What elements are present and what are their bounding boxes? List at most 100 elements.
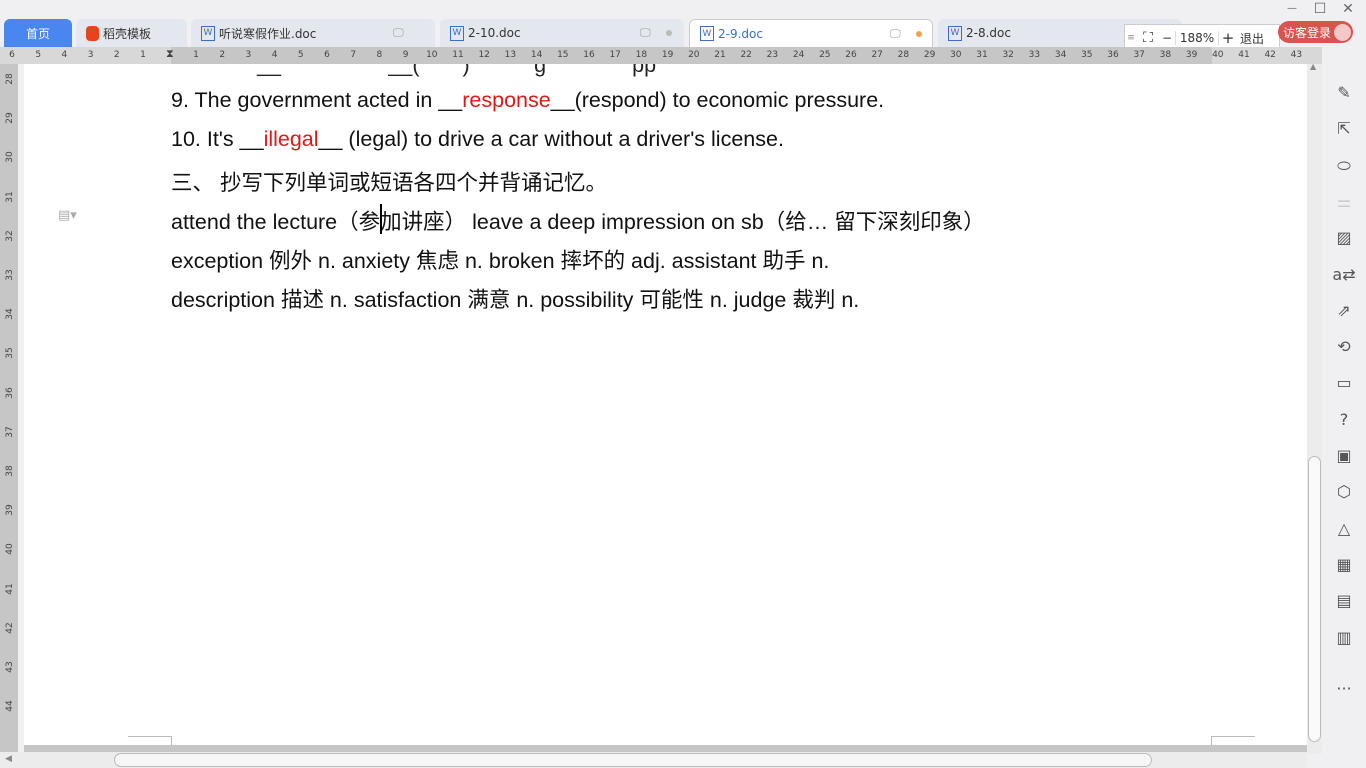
login-button[interactable]: 访客登录 [1278, 21, 1353, 43]
ruler-number: 16 [583, 50, 595, 60]
text-cursor [380, 204, 382, 234]
apps-icon[interactable]: ▤ [1332, 589, 1356, 613]
table-icon[interactable]: ▦ [1332, 553, 1356, 577]
monitor-icon: 🖵 [393, 26, 404, 39]
picture-icon[interactable]: ▣ [1332, 444, 1356, 468]
ruler-number: 7 [350, 50, 357, 60]
ruler-number: 43 [1290, 50, 1303, 60]
ruler-number: 39 [1185, 50, 1198, 60]
layers-icon[interactable]: △ [1332, 517, 1356, 541]
unsaved-dot-icon [666, 30, 672, 36]
ruler-number: 33 [1028, 50, 1041, 60]
pen-icon[interactable]: ✎ [1332, 81, 1356, 105]
vertical-scrollbar[interactable]: ▲ [1307, 62, 1322, 754]
ruler-number: 3 [87, 50, 94, 60]
monitor-icon: 🖵 [890, 26, 901, 40]
ruler-number: 44 [5, 700, 15, 712]
cursor-icon[interactable]: ⇱ [1332, 117, 1356, 141]
tab-home[interactable]: 首页 [4, 19, 72, 47]
ruler-number: 18 [635, 50, 648, 60]
archive-icon[interactable]: ▭ [1332, 371, 1356, 395]
text: __(respond) to economic pressure. [550, 88, 885, 112]
ruler-number: 42 [1264, 50, 1276, 60]
scrollbar-thumb[interactable] [114, 753, 1152, 767]
tab-label: 听说寒假作业.doc [219, 26, 317, 41]
ruler-number: 34 [1054, 50, 1067, 60]
ruler-number: 38 [1159, 50, 1172, 60]
ruler-number: 36 [5, 386, 15, 399]
zoom-out-button[interactable]: − [1159, 31, 1175, 45]
vocab-line-1: exception 例外 n. anxiety 焦虑 n. broken 摔坏的… [171, 249, 830, 273]
answer-text: illegal [263, 127, 319, 151]
tab-label: 首页 [25, 26, 50, 41]
history-icon[interactable]: ⟲ [1332, 335, 1356, 359]
help-icon[interactable]: ? [1332, 408, 1356, 432]
ruler-number: 20 [688, 50, 700, 60]
text: 10. It's __ [171, 127, 264, 151]
ruler-number: 32 [5, 230, 15, 242]
ruler-number: 35 [1081, 50, 1093, 60]
fullscreen-icon[interactable]: ⛶ [1137, 30, 1159, 46]
translate-icon[interactable]: a⇄ [1332, 263, 1356, 287]
text: 9. The government acted in __ [171, 88, 463, 112]
ruler-number: 4 [271, 50, 278, 60]
ruler-number: 1 [140, 50, 146, 60]
page-corner-mark [128, 736, 172, 745]
tab-doc-2-9[interactable]: W 2-9.doc 🖵 [689, 19, 933, 47]
ruler-number: 42 [5, 622, 15, 634]
scroll-up-icon[interactable]: ▲ [1310, 62, 1316, 71]
ruler-number: 32 [1002, 50, 1014, 60]
chart-icon[interactable]: ▥ [1332, 626, 1356, 650]
ruler-number: 41 [1238, 50, 1250, 60]
ruler-number: 40 [5, 543, 15, 556]
more-icon[interactable]: ··· [1332, 677, 1356, 701]
ruler-number: 31 [976, 50, 988, 60]
question-9: 9. The government acted in __response__(… [171, 88, 884, 113]
phrase-line: attend the lecture（参加讲座） leave a deep im… [171, 210, 985, 234]
indent-marker-icon[interactable]: ⧗ [166, 47, 174, 61]
ruler-number: 5 [35, 50, 42, 60]
zoom-in-button[interactable]: + [1219, 29, 1237, 47]
ruler-number: 26 [845, 50, 857, 60]
ruler-number: 39 [5, 504, 15, 516]
ruler-number: 30 [950, 50, 962, 60]
tab-doc-2-10[interactable]: W 2-10.doc 🖵 [440, 19, 684, 47]
docer-logo-icon [86, 25, 99, 41]
word-doc-icon: W [450, 25, 464, 41]
sliders-icon[interactable]: ⚌ [1332, 190, 1356, 214]
scrollbar-thumb[interactable] [1308, 456, 1321, 742]
close-button[interactable]: ✕ [1334, 1, 1362, 17]
share-icon[interactable]: ⇗ [1332, 299, 1356, 323]
exit-button[interactable]: 退出 [1240, 30, 1264, 47]
ruler-number: 36 [1107, 50, 1119, 60]
tab-doc-tingshuo[interactable]: W 听说寒假作业.doc 🖵 [191, 19, 435, 47]
right-sidebar: ✎ ⇱ ⬭ ⚌ ▨ a⇄ ⇗ ⟲ ▭? ▣ ⬡ △ ▦ ▤ ▥ ··· [1322, 47, 1366, 768]
section-heading: 三、 抄写下列单词或短语各四个并背诵记忆。 [171, 171, 607, 195]
badge-icon[interactable]: ⬡ [1332, 480, 1356, 504]
horizontal-ruler[interactable]: ⧗ 6 5 4 3 2 1 1 2 3 4 5 6 7 8 9 10 11 12 13 14 15 16 17 18 19 20 21… [0, 47, 1322, 64]
horizontal-scrollbar[interactable]: ◀ [0, 752, 1307, 768]
shapes-icon[interactable]: ⬭ [1332, 154, 1356, 178]
ruler-number: 13 [504, 50, 517, 60]
maximize-button[interactable]: ☐ [1306, 1, 1334, 17]
ruler-number: 25 [819, 50, 831, 60]
scroll-left-icon[interactable]: ◀ [5, 754, 12, 764]
vertical-ruler[interactable]: 28 29 30 31 32 33 34 35 36 37 38 39 40 41 42 43 44 [0, 64, 18, 754]
tab-label: 2-10.doc [468, 26, 521, 40]
ruler-number: 5 [297, 50, 304, 60]
image-frame-icon[interactable]: ▨ [1332, 226, 1356, 250]
ruler-number: 14 [530, 50, 543, 60]
tab-docer-templates[interactable]: 稻壳模板 [76, 19, 187, 47]
ruler-number: 35 [5, 347, 15, 360]
zoom-level[interactable]: 188% [1175, 31, 1219, 45]
minimize-button[interactable]: — [1278, 3, 1306, 14]
ruler-number: 17 [609, 50, 621, 60]
word-doc-icon: W [201, 25, 215, 41]
cut-off-line: __ __( ) g pp [171, 64, 657, 77]
document-page[interactable]: __ __( ) g pp 9. The government acted in… [24, 64, 1307, 745]
ruler-number: 3 [245, 50, 252, 60]
ruler-number: 22 [740, 50, 752, 60]
menu-icon[interactable]: ≡ [1125, 33, 1137, 43]
ruler-number: 12 [478, 50, 490, 60]
paragraph-options-icon[interactable]: ▤▾ [58, 208, 77, 223]
